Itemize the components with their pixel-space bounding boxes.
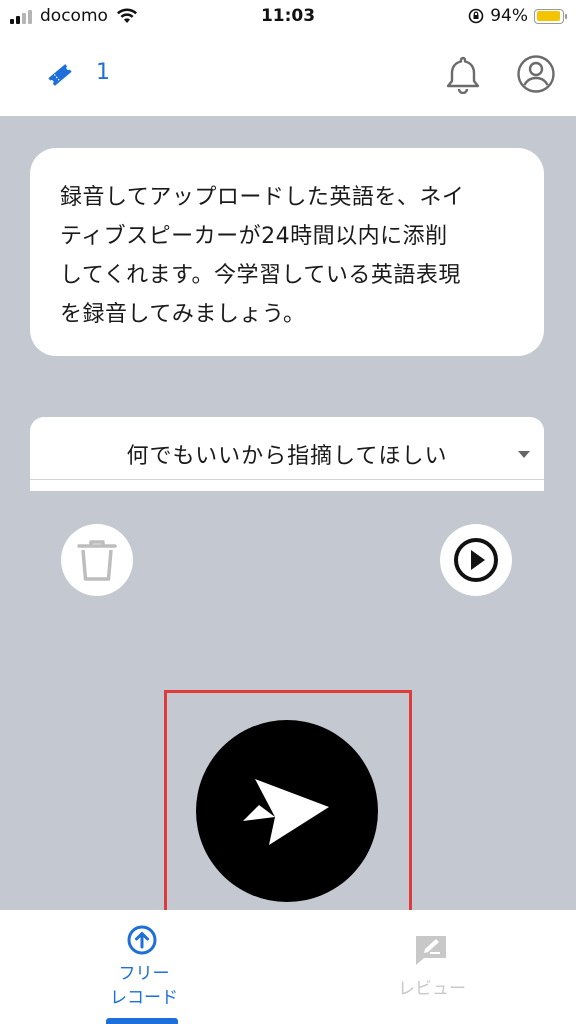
nav-label-line: レコード [110,988,178,1008]
review-icon [416,936,446,965]
play-button[interactable] [440,524,512,596]
nav-label-line: フリー [118,964,170,984]
status-right: 94% [468,6,567,26]
app-header: 1 [0,36,576,116]
trash-icon [77,540,117,581]
bottom-nav: フリー レコード レビュー [0,910,576,1024]
status-bar: docomo 11:03 94% [0,0,576,36]
battery-percent: 94% [490,6,528,26]
info-line: ティブスピーカーが24時間以内に添削 [60,224,448,249]
ticket-count[interactable]: 1 [96,60,110,85]
info-line: 録音してアップロードした英語を、ネイ [60,185,465,210]
play-icon [454,538,498,582]
info-line: してくれます。今学習している英語表現 [60,263,461,288]
active-tab-indicator [106,1018,178,1024]
chevron-down-icon [518,451,530,458]
feedback-select-value: 何でもいいから指摘してほしい [126,444,448,469]
battery-fill [536,11,560,21]
info-line: を録音してみましょう。 [60,302,306,327]
main-area: 録音してアップロードした英語を、ネイ ティブスピーカーが24時間以内に添削 して… [0,116,576,936]
send-icon [243,779,329,845]
ticket-icon[interactable] [46,62,74,88]
nav-item-review[interactable]: レビュー [288,910,576,1024]
nav-label-review: レビュー [398,979,466,999]
delete-button[interactable] [61,524,133,596]
upload-icon [127,925,157,955]
select-underline [30,479,544,480]
nav-label-free-record: フリー レコード [0,962,288,1010]
info-card: 録音してアップロードした英語を、ネイ ティブスピーカーが24時間以内に添削 して… [30,148,544,356]
battery-icon [534,8,567,24]
user-icon[interactable] [516,54,556,94]
bell-icon[interactable] [444,54,482,94]
send-button[interactable] [196,720,378,902]
nav-item-free-record[interactable]: フリー レコード [0,910,288,1024]
rotation-lock-icon [468,8,484,24]
